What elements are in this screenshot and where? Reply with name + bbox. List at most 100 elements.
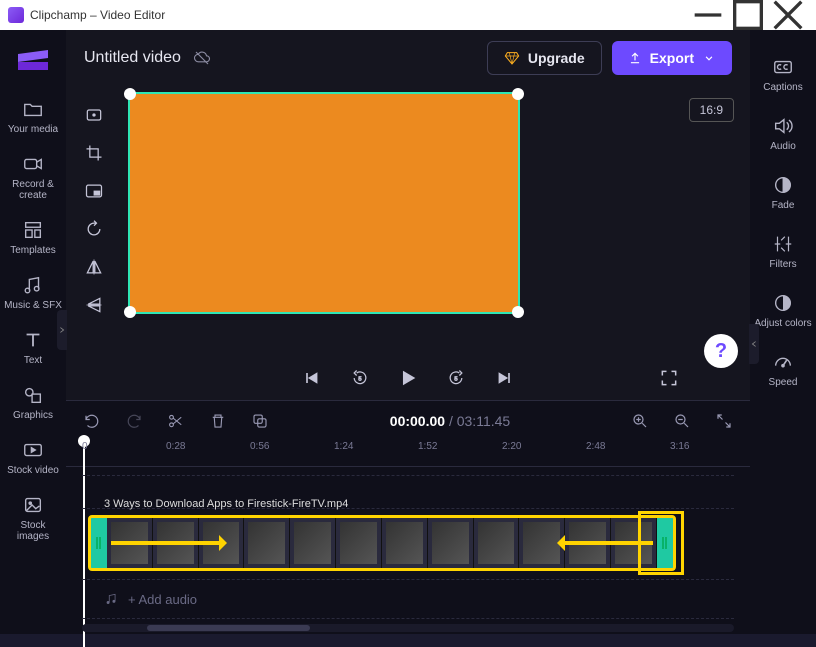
sidebar-item-label: Record & create [4,179,62,201]
sidebar-item-label: Stock images [4,520,62,542]
sidebar-item-stock-video[interactable]: Stock video [4,433,62,482]
maximize-button[interactable] [728,0,768,30]
filters-icon [772,233,794,255]
skip-back-button[interactable] [301,367,323,389]
fit-tool[interactable] [83,104,105,126]
scrollbar-thumb[interactable] [147,625,310,631]
sidebar-item-music-sfx[interactable]: Music & SFX [4,268,62,317]
captions-icon [772,56,794,78]
chevron-right-icon [58,326,66,334]
fade-icon [772,174,794,196]
chevron-left-icon [750,340,758,348]
ruler-tick: 2:48 [586,441,605,452]
rewind-5s-button[interactable]: 5 [349,367,371,389]
sidebar-item-text[interactable]: Text [4,323,62,372]
sidebar-item-label: Text [24,355,42,366]
video-track[interactable]: 3 Ways to Download Apps to Firestick-Fir… [82,513,734,573]
timeline-scrollbar[interactable] [82,624,734,632]
duplicate-button[interactable] [250,411,270,431]
resize-handle-tr[interactable] [512,88,524,100]
sidebar-item-label: Fade [772,200,795,211]
zoom-fit-button[interactable] [714,411,734,431]
sidebar-item-label: Audio [770,141,796,152]
ruler-tick: 1:24 [334,441,353,452]
ruler-tick: 1:52 [418,441,437,452]
sidebar-item-graphics[interactable]: Graphics [4,378,62,427]
sidebar-item-label: Music & SFX [4,300,62,311]
zoom-in-button[interactable] [630,411,650,431]
upgrade-button[interactable]: Upgrade [487,41,602,75]
resize-handle-tl[interactable] [124,88,136,100]
add-audio-track[interactable]: + Add audio [82,579,734,619]
topbar: Untitled video Upgrade Export [66,30,750,86]
cloud-sync-off-icon[interactable] [193,49,211,67]
sidebar-item-label: Your media [8,124,58,135]
undo-button[interactable] [82,411,102,431]
timeline-time: 00:00.00 / 03:11.45 [292,413,608,429]
flip-h-tool[interactable] [83,256,105,278]
resize-handle-bl[interactable] [124,306,136,318]
pip-tool[interactable] [83,180,105,202]
upload-icon [628,51,642,65]
trim-arrow-left-icon [111,541,221,545]
sidebar-item-label: Templates [10,245,56,256]
sidebar-item-templates[interactable]: Templates [4,213,62,262]
forward-5s-button[interactable]: 5 [445,367,467,389]
sidebar-item-filters[interactable]: Filters [754,227,812,276]
help-button[interactable]: ? [704,334,738,368]
add-audio-label: + Add audio [128,592,197,607]
current-time: 00:00.00 [390,413,445,429]
minimize-button[interactable] [688,0,728,30]
playback-controls: 5 5 ? [66,356,750,400]
trim-arrow-right-icon [563,541,653,545]
preview-canvas-wrapper [128,92,520,314]
aspect-ratio-button[interactable]: 16:9 [689,98,734,122]
flip-v-tool[interactable] [83,294,105,316]
clip-trim-right-handle[interactable] [657,518,673,568]
sidebar-item-audio[interactable]: Audio [754,109,812,158]
sidebar-right: Captions Audio Fade Filters Adjust color… [750,30,816,634]
folder-icon [22,98,44,120]
resize-handle-br[interactable] [512,306,524,318]
crop-tool[interactable] [83,142,105,164]
audio-icon [772,115,794,137]
sidebar-item-label: Filters [769,259,796,270]
export-button[interactable]: Export [612,41,732,75]
project-title[interactable]: Untitled video [84,49,181,67]
sidebar-item-your-media[interactable]: Your media [4,92,62,141]
skip-forward-button[interactable] [493,367,515,389]
ruler-tick: 2:20 [502,441,521,452]
sidebar-item-fade[interactable]: Fade [754,168,812,217]
speed-icon [772,351,794,373]
fullscreen-button[interactable] [658,367,680,389]
sidebar-item-label: Graphics [13,410,53,421]
preview-tools [78,86,110,316]
clip-filename: 3 Ways to Download Apps to Firestick-Fir… [100,497,352,511]
templates-icon [22,219,44,241]
play-button[interactable] [397,367,419,389]
split-button[interactable] [166,411,186,431]
sidebar-item-record-create[interactable]: Record & create [4,147,62,207]
clip-trim-left-handle[interactable] [91,518,107,568]
sidebar-item-captions[interactable]: Captions [754,50,812,99]
camera-icon [22,153,44,175]
timeline: 00:00.00 / 03:11.45 0 0:28 0:56 1:24 1:5… [66,400,750,634]
stock-video-icon [22,439,44,461]
redo-button[interactable] [124,411,144,431]
sidebar-item-stock-images[interactable]: Stock images [4,488,62,548]
timeline-ruler[interactable]: 0 0:28 0:56 1:24 1:52 2:20 2:48 3:16 [66,441,750,467]
expand-right-panel[interactable] [749,324,759,364]
preview-canvas[interactable] [128,92,520,314]
close-button[interactable] [768,0,808,30]
sidebar-item-adjust-colors[interactable]: Adjust colors [754,286,812,335]
rotate-tool[interactable] [83,218,105,240]
ruler-tick: 3:16 [670,441,689,452]
duration: 03:11.45 [457,413,510,429]
sidebar-item-speed[interactable]: Speed [754,345,812,394]
graphics-icon [22,384,44,406]
video-clip[interactable] [88,515,676,571]
zoom-out-button[interactable] [672,411,692,431]
window-title: Clipchamp – Video Editor [30,8,165,22]
upgrade-label: Upgrade [528,50,585,66]
delete-button[interactable] [208,411,228,431]
